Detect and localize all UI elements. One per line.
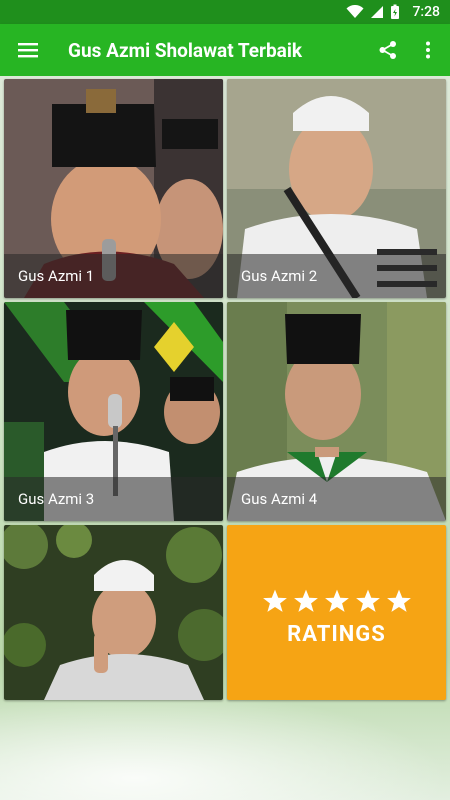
app-title: Gus Azmi Sholawat Terbaik <box>68 38 303 62</box>
overflow-menu-button[interactable] <box>408 24 448 76</box>
share-button[interactable] <box>368 24 408 76</box>
tile-caption: Gus Azmi 2 <box>227 254 446 298</box>
star-icon <box>355 589 380 612</box>
star-icon <box>293 589 318 612</box>
wifi-icon <box>346 5 364 18</box>
gallery-item-3[interactable]: Gus Azmi 3 <box>4 302 223 521</box>
gallery-item-1[interactable]: Gus Azmi 1 <box>4 79 223 298</box>
gallery-item-5[interactable] <box>4 525 223 700</box>
signal-icon <box>371 6 384 18</box>
hamburger-menu-icon <box>18 43 38 58</box>
gallery-item-2[interactable]: Gus Azmi 2 <box>227 79 446 298</box>
app-bar: Gus Azmi Sholawat Terbaik <box>0 24 450 76</box>
tile-caption: Gus Azmi 3 <box>4 477 223 521</box>
status-bar: 7:28 <box>0 0 450 24</box>
ratings-content: RATINGS <box>227 525 446 700</box>
more-vert-icon <box>426 41 430 59</box>
ratings-tile[interactable]: RATINGS <box>227 525 446 700</box>
gallery-item-4[interactable]: Gus Azmi 4 <box>227 302 446 521</box>
share-icon <box>379 41 396 59</box>
star-icon <box>262 589 287 612</box>
tile-caption: Gus Azmi 1 <box>4 254 223 298</box>
star-icon <box>386 589 411 612</box>
star-rating <box>262 588 412 614</box>
menu-button[interactable] <box>0 24 56 76</box>
ratings-label: RATINGS <box>287 622 386 647</box>
photo-image <box>4 525 223 700</box>
status-time: 7:28 <box>412 4 440 20</box>
tile-caption: Gus Azmi 4 <box>227 477 446 521</box>
star-icon <box>324 589 349 612</box>
battery-icon <box>391 4 400 19</box>
